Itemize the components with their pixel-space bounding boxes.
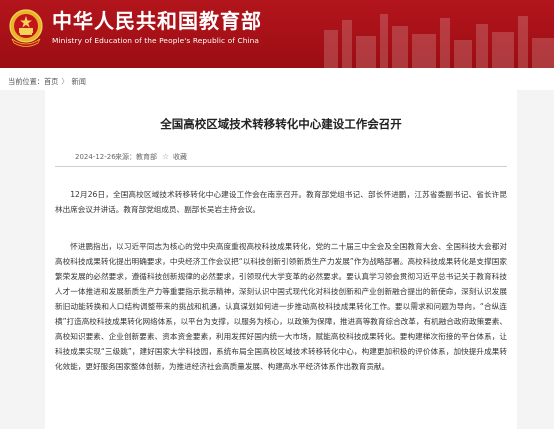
skyline-decoration [324, 14, 554, 68]
breadcrumb-news-link[interactable]: 新闻 [72, 77, 86, 86]
breadcrumb-prefix: 当前位置： [8, 77, 44, 86]
article-paragraph-1: 12月26日，全国高校区域技术转移转化中心建设工作会在南京召开。教育部党组书记、… [55, 189, 507, 214]
ministry-name-en: Ministry of Education of the People's Re… [52, 36, 260, 45]
article-meta: 2024-12-26 来源：教育部 ☆ 收藏 [45, 150, 517, 164]
breadcrumb: 当前位置：首页〉新闻 [8, 75, 86, 89]
article-source: 来源：教育部 [115, 153, 157, 161]
breadcrumb-separator: 〉 [61, 77, 69, 86]
divider [55, 166, 507, 167]
publish-date: 2024-12-26 [75, 153, 116, 161]
favorite-button[interactable]: 收藏 [173, 150, 187, 164]
site-header: 中华人民共和国教育部 Ministry of Education of the … [0, 0, 554, 68]
favorite-icon[interactable]: ☆ [162, 150, 169, 164]
article-paragraph-2: 怀进鹏指出，以习近平同志为核心的党中央高度重视高校科技成果转化，党的二十届三中全… [55, 241, 507, 371]
article-container: 全国高校区域技术转移转化中心建设工作会召开 2024-12-26 来源：教育部 … [45, 90, 517, 429]
ministry-name-cn[interactable]: 中华人民共和国教育部 [52, 9, 262, 33]
article-title: 全国高校区域技术转移转化中心建设工作会召开 [160, 117, 402, 131]
breadcrumb-home-link[interactable]: 首页 [44, 77, 58, 86]
national-emblem-icon[interactable] [8, 9, 44, 47]
